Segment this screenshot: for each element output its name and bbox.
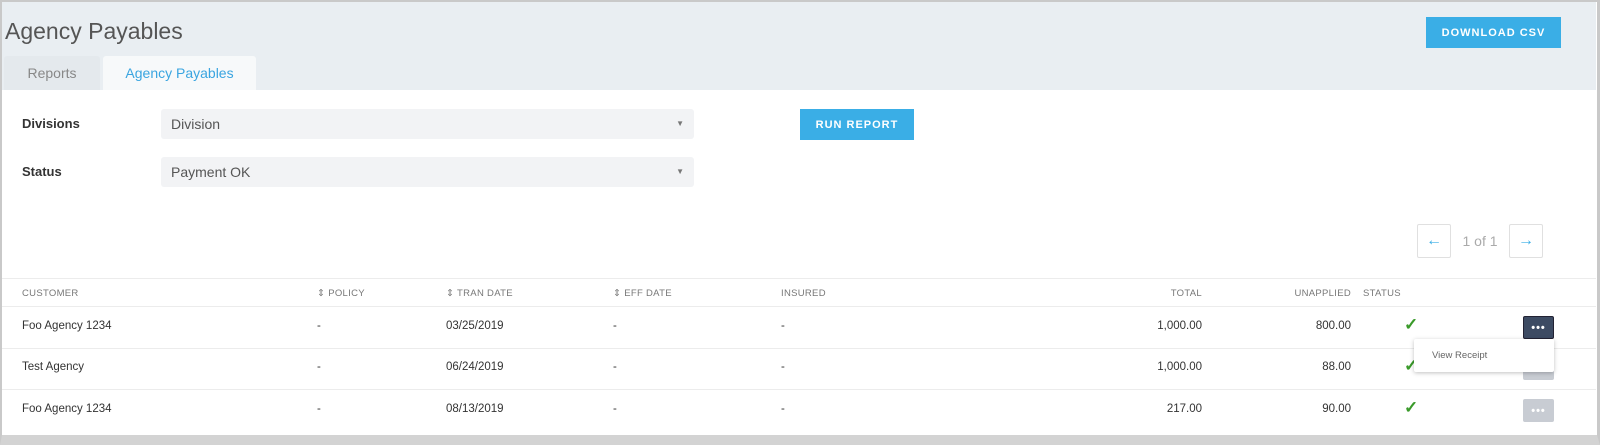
cell-tran-date: 08/13/2019 [446,403,504,415]
status-value: Payment OK [171,164,251,180]
run-report-button[interactable]: RUN REPORT [800,109,914,140]
divider [2,306,1596,307]
column-header-total: TOTAL [1170,288,1202,299]
more-actions-button[interactable]: ••• [1523,316,1554,339]
status-label: Status [22,164,62,179]
column-header-customer: CUSTOMER [22,288,79,299]
arrow-left-icon: ← [1426,232,1442,249]
cell-customer: Foo Agency 1234 [22,320,112,332]
cell-policy: - [317,320,321,332]
cell-policy: - [317,361,321,373]
download-csv-button[interactable]: DOWNLOAD CSV [1426,17,1561,48]
cell-unapplied: 800.00 [1315,320,1351,332]
sort-icon: ⇕ [317,288,326,299]
column-header-tran-date[interactable]: ⇕ TRAN DATE [446,288,513,299]
cell-eff-date: - [613,361,617,373]
page-info: 1 of 1 [1462,233,1498,249]
column-header-unapplied: UNAPPLIED [1294,288,1351,299]
column-label: TRAN DATE [457,288,513,299]
cell-policy: - [317,403,321,415]
check-icon: ✓ [1404,398,1419,417]
arrow-right-icon: → [1518,232,1534,249]
sort-icon: ⇕ [613,288,622,299]
divisions-label: Divisions [22,116,80,131]
divider [2,389,1596,390]
cell-total: 217.00 [1166,403,1202,415]
tab-reports[interactable]: Reports [4,56,100,90]
chevron-down-icon: ▼ [676,167,684,176]
next-page-button[interactable]: → [1509,224,1543,258]
page-title: Agency Payables [5,18,183,44]
divisions-select[interactable]: Division ▼ [161,109,694,139]
column-header-status: STATUS [1363,288,1401,299]
column-label: EFF DATE [624,288,672,299]
column-label: POLICY [328,288,365,299]
cell-eff-date: - [613,320,617,332]
cell-customer: Foo Agency 1234 [22,403,112,415]
column-header-policy[interactable]: ⇕ POLICY [317,288,365,299]
cell-customer: Test Agency [22,361,85,373]
cell-unapplied: 90.00 [1322,403,1351,415]
divider [2,278,1596,279]
more-actions-button[interactable]: ••• [1523,399,1554,422]
cell-total: 1,000.00 [1157,361,1202,373]
check-icon: ✓ [1404,315,1419,334]
tab-agency-payables[interactable]: Agency Payables [103,56,256,90]
divisions-value: Division [171,116,221,132]
cell-insured: - [781,320,785,332]
cell-unapplied: 88.00 [1322,361,1351,373]
prev-page-button[interactable]: ← [1417,224,1451,258]
view-receipt-menu-item[interactable]: View Receipt [1414,339,1554,372]
cell-total: 1,000.00 [1157,320,1202,332]
sort-icon: ⇕ [446,288,455,299]
divider [2,348,1596,349]
column-header-insured: INSURED [781,288,826,299]
cell-insured: - [781,403,785,415]
cell-insured: - [781,361,785,373]
column-header-eff-date[interactable]: ⇕ EFF DATE [613,288,672,299]
cell-eff-date: - [613,403,617,415]
chevron-down-icon: ▼ [676,119,684,128]
status-select[interactable]: Payment OK ▼ [161,157,694,187]
cell-tran-date: 03/25/2019 [446,320,504,332]
cell-tran-date: 06/24/2019 [446,361,504,373]
